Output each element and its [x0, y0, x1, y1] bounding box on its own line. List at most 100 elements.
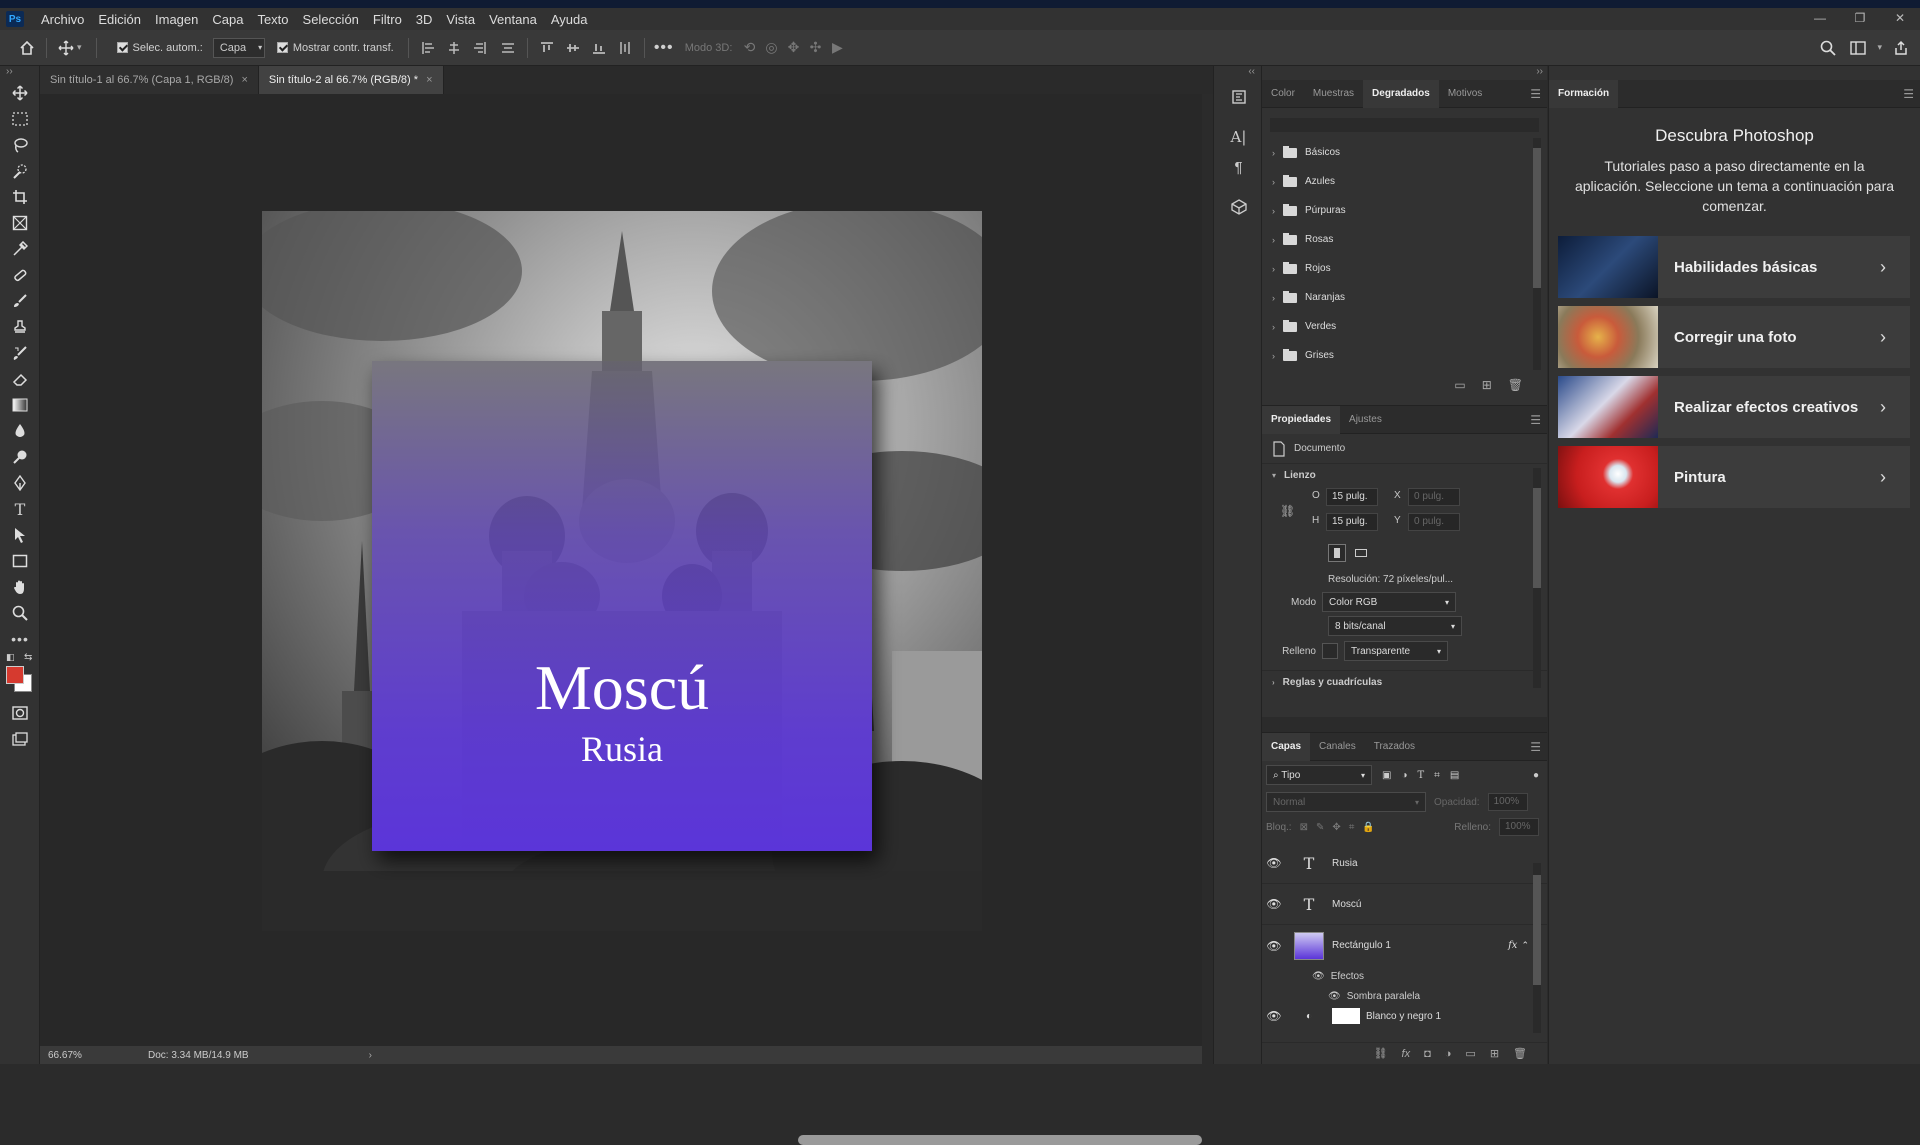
more-options-icon[interactable]: •••: [653, 37, 675, 59]
landscape-orientation-icon[interactable]: [1352, 544, 1370, 562]
screen-mode-icon[interactable]: [0, 726, 40, 752]
blur-tool-icon[interactable]: [0, 418, 40, 444]
menu-imagen[interactable]: Imagen: [148, 12, 205, 27]
gradient-folder-naranjas[interactable]: › Naranjas: [1262, 283, 1547, 312]
panel-menu-icon[interactable]: ☰: [1530, 740, 1541, 754]
visibility-eye-icon[interactable]: 👁: [1328, 991, 1341, 1002]
tab-paths[interactable]: Trazados: [1365, 733, 1424, 761]
restore-button[interactable]: ❐: [1840, 8, 1880, 30]
dodge-tool-icon[interactable]: [0, 444, 40, 470]
3d-panel-icon[interactable]: [1214, 192, 1263, 222]
menu-edicion[interactable]: Edición: [91, 12, 148, 27]
clone-stamp-tool-icon[interactable]: [0, 314, 40, 340]
delete-layer-icon[interactable]: 🗑: [1513, 1047, 1527, 1060]
path-selection-tool-icon[interactable]: [0, 522, 40, 548]
tab-document-2[interactable]: Sin título-2 al 66.7% (RGB/8) * ×: [258, 66, 444, 94]
crop-tool-icon[interactable]: [0, 184, 40, 210]
history-panel-icon[interactable]: [1214, 82, 1263, 112]
rectangle-tool-icon[interactable]: [0, 548, 40, 574]
tab-learn[interactable]: Formación: [1549, 79, 1619, 108]
menu-3d[interactable]: 3D: [409, 12, 440, 27]
search-icon[interactable]: [1817, 37, 1839, 59]
color-mode-dropdown[interactable]: Color RGB ▾: [1322, 592, 1456, 612]
canvas-section-header[interactable]: ▾ Lienzo: [1262, 464, 1547, 486]
menu-capa[interactable]: Capa: [205, 12, 250, 27]
swap-colors-icon[interactable]: ⇆: [24, 652, 32, 663]
lock-transparent-icon[interactable]: ⊠: [1300, 822, 1308, 833]
move-tool-icon[interactable]: [0, 80, 40, 106]
menu-vista[interactable]: Vista: [439, 12, 482, 27]
tab-channels[interactable]: Canales: [1310, 733, 1365, 761]
workspace-icon[interactable]: [1847, 37, 1869, 59]
visibility-eye-icon[interactable]: 👁: [1262, 1009, 1286, 1023]
auto-select-checkbox[interactable]: Selec. autom.:: [116, 42, 203, 54]
align-top-icon[interactable]: [536, 37, 558, 59]
gradient-folder-purpuras[interactable]: › Púrpuras: [1262, 196, 1547, 225]
tool-preset-chevron-icon[interactable]: ▾: [77, 42, 82, 53]
close-tab-icon[interactable]: ×: [241, 74, 247, 86]
3d-pan-icon[interactable]: ✥: [782, 37, 804, 59]
color-swatches[interactable]: ◧ ⇆: [0, 652, 39, 700]
width-field[interactable]: 15 pulg.: [1326, 488, 1378, 506]
type-tool-icon[interactable]: T: [0, 496, 40, 522]
edit-toolbar-icon[interactable]: •••: [0, 626, 40, 652]
marquee-tool-icon[interactable]: [0, 106, 40, 132]
3d-slide-icon[interactable]: ✣: [804, 37, 826, 59]
link-layers-icon[interactable]: ⛓: [1374, 1047, 1388, 1060]
align-right-icon[interactable]: [469, 37, 491, 59]
tab-adjustments[interactable]: Ajustes: [1340, 406, 1391, 434]
menu-filtro[interactable]: Filtro: [366, 12, 409, 27]
quick-mask-icon[interactable]: [0, 700, 40, 726]
share-icon[interactable]: [1890, 37, 1912, 59]
visibility-eye-icon[interactable]: 👁: [1262, 939, 1286, 953]
panel-menu-icon[interactable]: ☰: [1530, 413, 1541, 427]
3d-camera-icon[interactable]: ▶: [826, 37, 848, 59]
filter-adjustment-icon[interactable]: ◑: [1401, 770, 1407, 781]
menu-texto[interactable]: Texto: [250, 12, 295, 27]
workspace-chevron-icon[interactable]: ▾: [1877, 42, 1882, 53]
tab-document-1[interactable]: Sin título-1 al 66.7% (Capa 1, RGB/8) ×: [40, 66, 259, 94]
link-icon[interactable]: ⛓: [1280, 504, 1295, 518]
gradients-scrollbar[interactable]: [1533, 138, 1541, 370]
auto-select-target-dropdown[interactable]: Capa ▾: [212, 37, 265, 58]
new-layer-icon[interactable]: ⊞: [1490, 1047, 1499, 1060]
bit-depth-dropdown[interactable]: 8 bits/canal ▾: [1328, 616, 1462, 636]
layer-row-blanco-negro[interactable]: 👁 ◐ Blanco y negro 1: [1262, 1006, 1547, 1026]
move-tool-icon[interactable]: [55, 37, 77, 59]
learn-card-creative-effects[interactable]: Realizar efectos creativos ›: [1558, 376, 1910, 438]
foreground-color-swatch[interactable]: [6, 666, 24, 684]
tab-color[interactable]: Color: [1262, 80, 1304, 108]
distribute-vertical-icon[interactable]: [614, 37, 636, 59]
close-window-button[interactable]: ✕: [1880, 8, 1920, 30]
filter-smart-object-icon[interactable]: ▤: [1450, 770, 1459, 781]
healing-brush-tool-icon[interactable]: [0, 262, 40, 288]
new-gradient-icon[interactable]: ⊞: [1482, 378, 1492, 392]
filter-pixel-icon[interactable]: ▣: [1382, 770, 1391, 781]
filter-shape-icon[interactable]: ⌗: [1434, 770, 1440, 781]
add-mask-icon[interactable]: ◘: [1424, 1048, 1431, 1060]
horizontal-scrollbar[interactable]: [798, 1135, 1202, 1145]
lock-all-icon[interactable]: 🔒: [1362, 822, 1374, 833]
align-bottom-icon[interactable]: [588, 37, 610, 59]
tab-layers[interactable]: Capas: [1262, 732, 1311, 761]
align-center-icon[interactable]: [443, 37, 465, 59]
quick-selection-tool-icon[interactable]: [0, 158, 40, 184]
character-panel-icon[interactable]: A|: [1214, 122, 1263, 152]
align-left-icon[interactable]: [417, 37, 439, 59]
3d-orbit-icon[interactable]: ⟲: [738, 37, 760, 59]
menu-seleccion[interactable]: Selección: [296, 12, 366, 27]
gradient-folder-azules[interactable]: › Azules: [1262, 167, 1547, 196]
minimize-button[interactable]: —: [1800, 8, 1840, 30]
learn-card-basic-skills[interactable]: Habilidades básicas ›: [1558, 236, 1910, 298]
tab-swatches[interactable]: Muestras: [1304, 80, 1363, 108]
new-adjustment-icon[interactable]: ◑: [1445, 1048, 1452, 1060]
menu-ayuda[interactable]: Ayuda: [544, 12, 595, 27]
delete-icon[interactable]: 🗑: [1508, 378, 1523, 392]
home-icon[interactable]: [16, 37, 38, 59]
tab-gradients[interactable]: Degradados: [1363, 79, 1439, 108]
y-field[interactable]: 0 pulg.: [1408, 513, 1460, 531]
add-style-icon[interactable]: fx: [1402, 1048, 1411, 1060]
frame-tool-icon[interactable]: [0, 210, 40, 236]
gradient-folder-basicos[interactable]: › Básicos: [1262, 138, 1547, 167]
gradient-folder-rojos[interactable]: › Rojos: [1262, 254, 1547, 283]
